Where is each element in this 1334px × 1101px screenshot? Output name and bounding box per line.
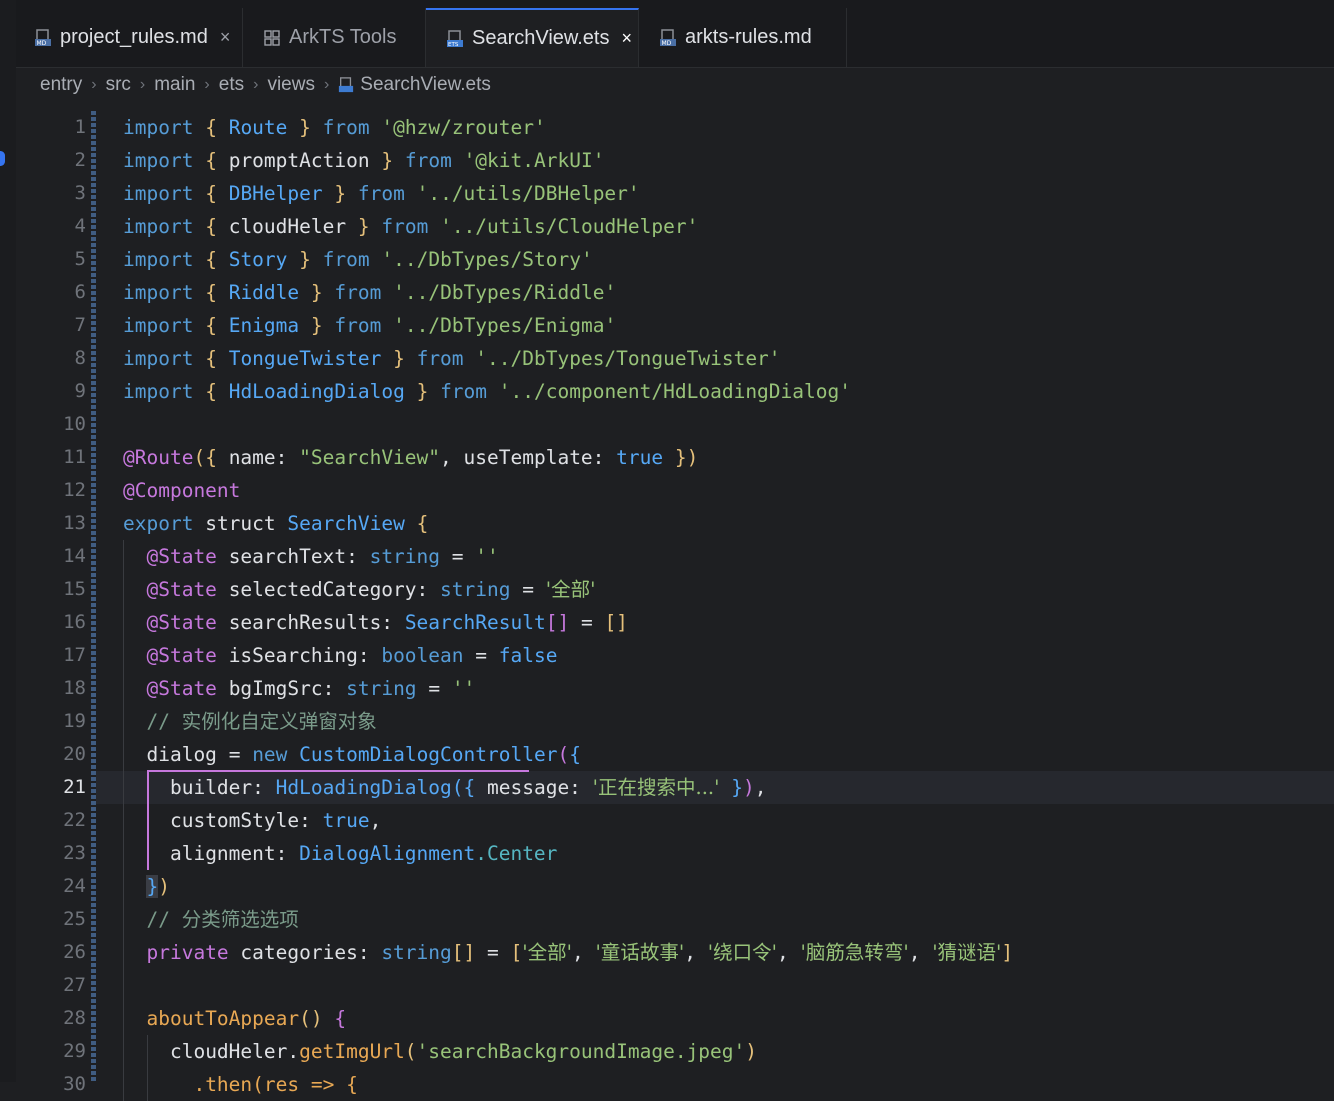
line-number[interactable]: 26 bbox=[16, 936, 86, 969]
code-line[interactable]: import { Riddle } from '../DbTypes/Riddl… bbox=[96, 276, 1334, 309]
line-number[interactable]: 28 bbox=[16, 1002, 86, 1035]
line-number[interactable]: 8 bbox=[16, 342, 86, 375]
chevron-right-icon: › bbox=[139, 76, 146, 93]
left-tool-strip bbox=[0, 0, 16, 1082]
line-number[interactable]: 24 bbox=[16, 870, 86, 903]
code-line[interactable]: alignment: DialogAlignment.Center bbox=[96, 837, 1334, 870]
breadcrumb-item-views[interactable]: views bbox=[267, 74, 315, 96]
ets-file-icon: ETS bbox=[447, 29, 463, 48]
code-line[interactable]: @Component bbox=[96, 474, 1334, 507]
svg-text:ETS: ETS bbox=[448, 42, 459, 48]
close-icon[interactable]: × bbox=[220, 27, 231, 48]
line-number[interactable]: 3 bbox=[16, 177, 86, 210]
line-number[interactable]: 9 bbox=[16, 375, 86, 408]
code-line[interactable]: import { DBHelper } from '../utils/DBHel… bbox=[96, 177, 1334, 210]
tab-label: SearchView.ets bbox=[472, 27, 610, 49]
line-number[interactable]: 14 bbox=[16, 540, 86, 573]
tab-label: project_rules.md bbox=[60, 26, 208, 48]
line-number[interactable]: 2 bbox=[16, 144, 86, 177]
line-number[interactable]: 5 bbox=[16, 243, 86, 276]
chevron-right-icon: › bbox=[204, 76, 210, 93]
breadcrumb-item-main[interactable]: main bbox=[154, 74, 195, 96]
tab-arkts-tools[interactable]: ArkTS Tools bbox=[243, 8, 426, 67]
line-number[interactable]: 15 bbox=[16, 573, 86, 606]
code-line[interactable]: aboutToAppear() { bbox=[96, 1002, 1334, 1035]
line-number[interactable]: 18 bbox=[16, 672, 86, 705]
editor-tab-bar: MD project_rules.md × ArkTS Tools ETS Se… bbox=[16, 0, 1334, 68]
breadcrumb-item-entry[interactable]: entry bbox=[40, 74, 82, 96]
code-line[interactable]: cloudHeler.getImgUrl('searchBackgroundIm… bbox=[96, 1035, 1334, 1068]
code-line[interactable]: private categories: string[] = ['全部', '童… bbox=[96, 936, 1334, 969]
code-line[interactable]: dialog = new CustomDialogController({ bbox=[96, 738, 1334, 771]
line-number-gutter: 1 2 3 4 5 6 7 8 9 10 11 12 13 14 15 16 1… bbox=[16, 111, 86, 1101]
line-number-current[interactable]: 21 bbox=[16, 771, 86, 804]
chevron-right-icon: › bbox=[323, 76, 330, 93]
grid-tool-icon bbox=[264, 29, 280, 46]
close-icon[interactable]: × bbox=[622, 28, 633, 49]
line-number[interactable]: 19 bbox=[16, 705, 86, 738]
tab-project-rules[interactable]: MD project_rules.md × bbox=[16, 8, 243, 67]
ets-file-icon bbox=[339, 77, 354, 93]
code-line-empty[interactable] bbox=[96, 408, 1334, 441]
code-editor[interactable]: import { Route } from '@hzw/zrouter' imp… bbox=[96, 111, 1334, 1101]
line-number[interactable]: 20 bbox=[16, 738, 86, 771]
line-number[interactable]: 17 bbox=[16, 639, 86, 672]
code-line[interactable]: import { Route } from '@hzw/zrouter' bbox=[96, 111, 1334, 144]
code-line[interactable]: import { Enigma } from '../DbTypes/Enigm… bbox=[96, 309, 1334, 342]
code-line[interactable]: import { promptAction } from '@kit.ArkUI… bbox=[96, 144, 1334, 177]
chevron-right-icon: › bbox=[91, 76, 97, 93]
tab-label: arkts-rules.md bbox=[685, 26, 812, 48]
change-marker bbox=[0, 151, 5, 166]
svg-text:MD: MD bbox=[662, 40, 672, 47]
line-number[interactable]: 30 bbox=[16, 1068, 86, 1101]
line-number[interactable]: 25 bbox=[16, 903, 86, 936]
code-line[interactable]: @Route({ name: "SearchView", useTemplate… bbox=[96, 441, 1334, 474]
breadcrumb: entry › src › main › ets › views › SearchView… bbox=[40, 71, 491, 99]
line-number[interactable]: 4 bbox=[16, 210, 86, 243]
code-line[interactable]: @State bgImgSrc: string = '' bbox=[96, 672, 1334, 705]
line-number[interactable]: 7 bbox=[16, 309, 86, 342]
tab-searchview[interactable]: ETS SearchView.ets × bbox=[426, 8, 639, 67]
breadcrumb-item-src[interactable]: src bbox=[106, 74, 131, 96]
line-number[interactable]: 6 bbox=[16, 276, 86, 309]
code-line[interactable]: @State isSearching: boolean = false bbox=[96, 639, 1334, 672]
line-number[interactable]: 16 bbox=[16, 606, 86, 639]
code-line[interactable]: import { Story } from '../DbTypes/Story' bbox=[96, 243, 1334, 276]
code-line-current[interactable]: builder: HdLoadingDialog({ message: '正在搜… bbox=[96, 770, 1334, 870]
code-line[interactable]: }) bbox=[96, 870, 1334, 903]
code-line[interactable]: @State selectedCategory: string = '全部' bbox=[96, 573, 1334, 606]
line-number[interactable]: 1 bbox=[16, 111, 86, 144]
line-number[interactable]: 11 bbox=[16, 441, 86, 474]
code-line[interactable]: @State searchResults: SearchResult[] = [… bbox=[96, 606, 1334, 639]
code-line[interactable]: @State searchText: string = '' bbox=[96, 540, 1334, 573]
markdown-file-icon: MD bbox=[660, 28, 676, 47]
line-number[interactable]: 23 bbox=[16, 837, 86, 870]
code-line[interactable]: export struct SearchView { bbox=[96, 507, 1334, 540]
markdown-file-icon: MD bbox=[35, 28, 51, 47]
line-number[interactable]: 12 bbox=[16, 474, 86, 507]
line-number[interactable]: 10 bbox=[16, 408, 86, 441]
breadcrumb-item-file[interactable]: SearchView.ets bbox=[360, 74, 491, 96]
code-line[interactable]: customStyle: true, bbox=[96, 804, 1334, 837]
tab-arkts-rules[interactable]: MD arkts-rules.md bbox=[639, 8, 847, 67]
breadcrumb-item-ets[interactable]: ets bbox=[219, 74, 244, 96]
code-line-empty[interactable] bbox=[96, 969, 1334, 1002]
svg-text:MD: MD bbox=[37, 40, 47, 47]
line-number[interactable]: 22 bbox=[16, 804, 86, 837]
code-line[interactable]: import { TongueTwister } from '../DbType… bbox=[96, 342, 1334, 375]
code-comment[interactable]: // 实例化自定义弹窗对象 bbox=[96, 705, 1334, 738]
line-number[interactable]: 13 bbox=[16, 507, 86, 540]
code-comment[interactable]: // 分类筛选选项 bbox=[96, 903, 1334, 936]
code-line[interactable]: import { HdLoadingDialog } from '../comp… bbox=[96, 375, 1334, 408]
chevron-right-icon: › bbox=[253, 76, 259, 93]
bracket-match-outline bbox=[147, 770, 529, 772]
line-number[interactable]: 27 bbox=[16, 969, 86, 1002]
tab-label: ArkTS Tools bbox=[289, 26, 397, 48]
line-number[interactable]: 29 bbox=[16, 1035, 86, 1068]
code-line[interactable]: .then(res => { bbox=[96, 1068, 1334, 1101]
code-line[interactable]: import { cloudHeler } from '../utils/Clo… bbox=[96, 210, 1334, 243]
